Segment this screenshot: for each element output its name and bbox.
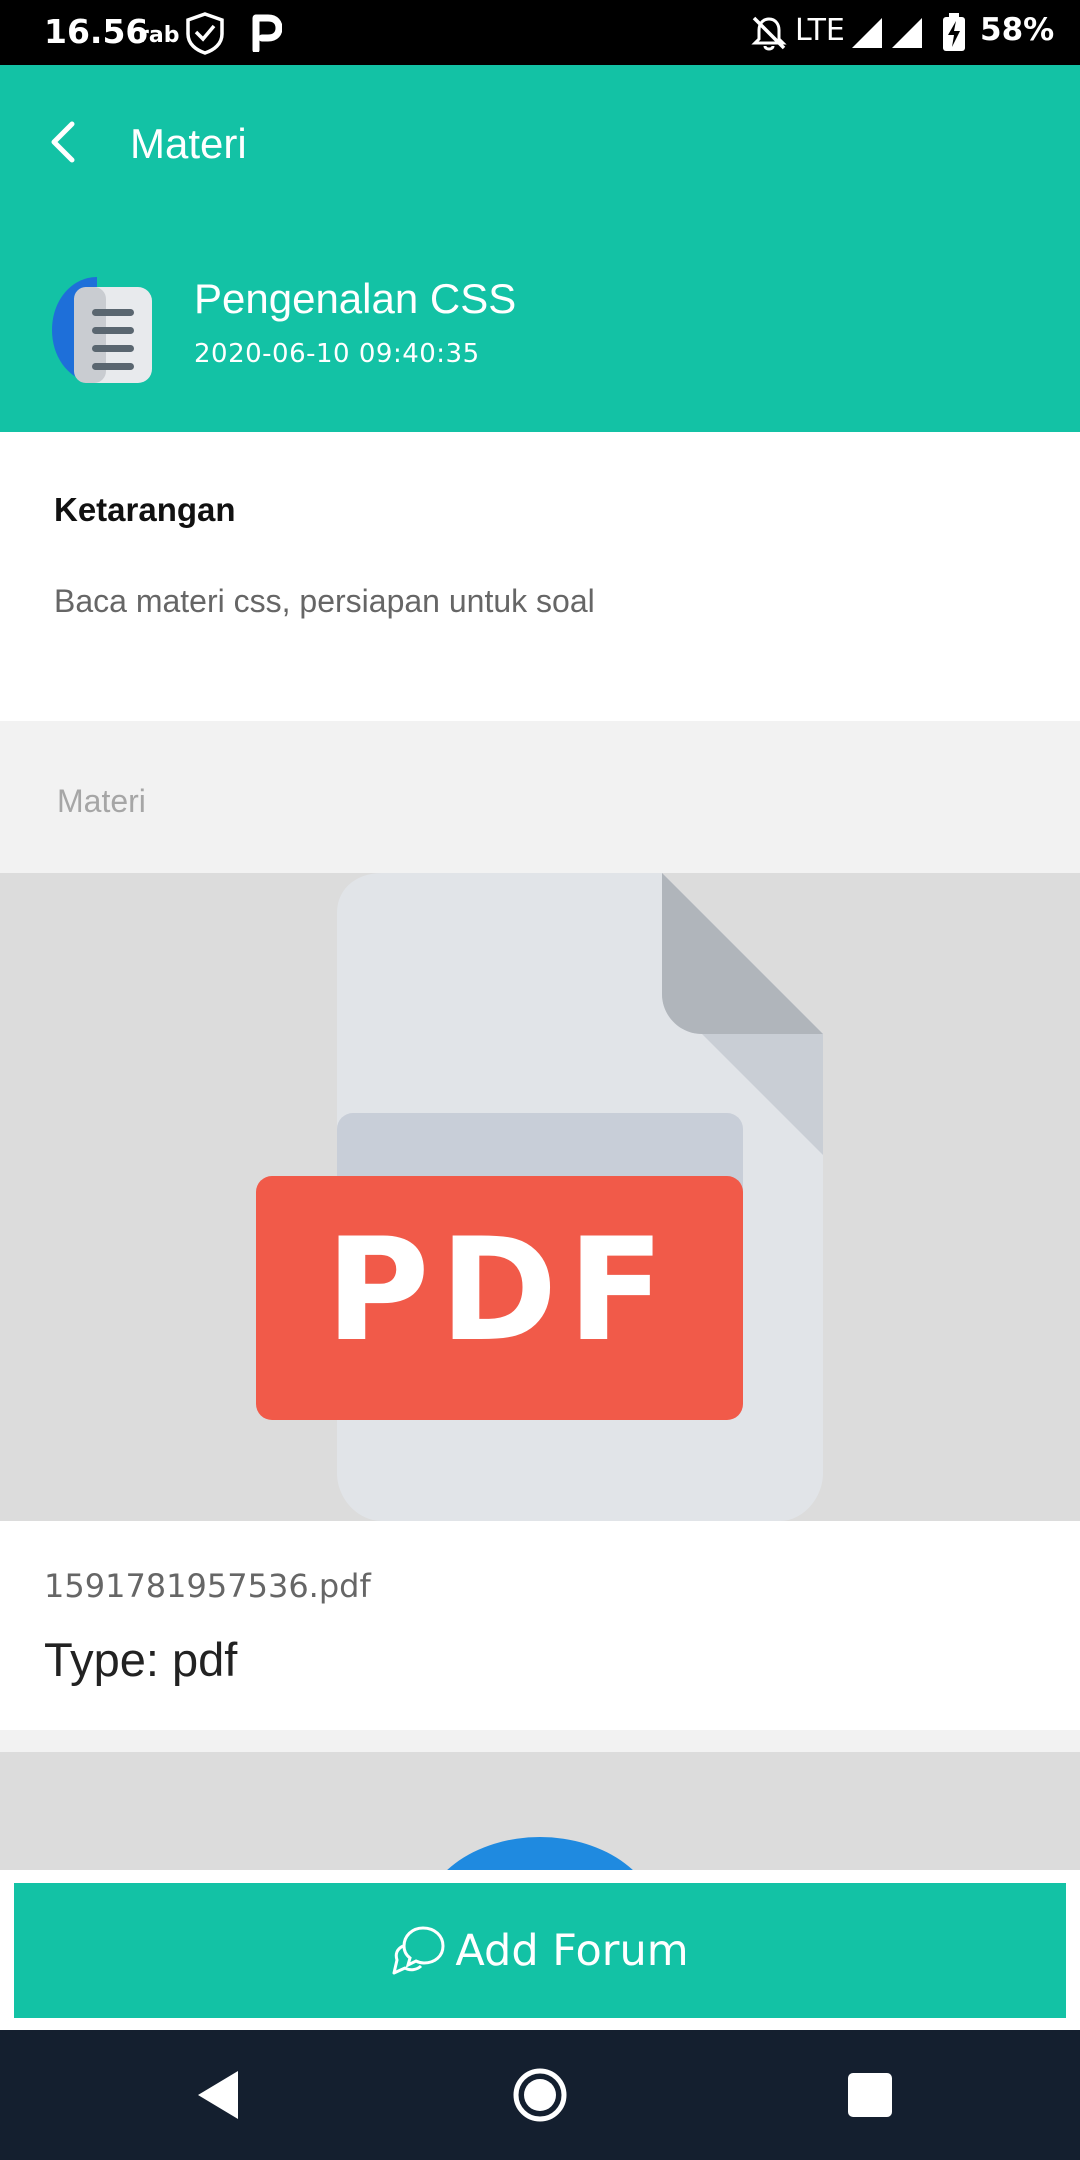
avatar (447, 1837, 633, 1870)
shield-icon (186, 12, 224, 55)
add-forum-button[interactable]: Add Forum (14, 1883, 1066, 2018)
file-name: 1591781957536.pdf (44, 1567, 371, 1605)
material-date: 2020-06-10 09:40:35 (194, 339, 480, 369)
notifications-off-icon (751, 16, 787, 51)
description-heading: Ketarangan (54, 491, 236, 528)
status-day: rab (138, 23, 180, 48)
battery-charging-icon (943, 13, 965, 51)
recents-square-icon (848, 2073, 892, 2117)
status-time: 16.56 (44, 12, 149, 51)
parking-icon (252, 14, 282, 52)
divider (0, 1730, 1080, 1752)
page-title: Materi (130, 120, 247, 167)
navigation-bar (0, 2030, 1080, 2160)
description-text: Baca materi css, persiapan untuk soal (54, 583, 595, 619)
signal-icon (892, 18, 922, 48)
document-icon (52, 275, 154, 385)
pdf-badge-text: PDF (326, 1208, 675, 1373)
pdf-file-icon: PDF (256, 873, 823, 1521)
status-bar: 16.56 rab LTE 58% (0, 0, 1080, 65)
nav-home-button[interactable] (508, 2063, 572, 2127)
file-type: Type: pdf (44, 1633, 238, 1686)
network-type: LTE (795, 13, 845, 48)
pdf-preview[interactable]: PDF (0, 873, 1080, 1521)
section-header (0, 721, 1080, 873)
signal-icon (852, 18, 882, 48)
add-forum-label: Add Forum (455, 1925, 689, 1976)
file-info-card (0, 1521, 1080, 1730)
home-circle-icon (513, 2068, 567, 2122)
chat-bubbles-icon (392, 1925, 445, 1974)
battery-percent: 58% (980, 12, 1055, 48)
nav-recents-button[interactable] (838, 2063, 902, 2127)
back-button[interactable] (38, 110, 94, 174)
nav-back-button[interactable] (186, 2063, 250, 2127)
next-item-preview[interactable] (0, 1752, 1080, 1870)
material-title: Pengenalan CSS (194, 275, 517, 322)
back-triangle-icon (198, 2071, 238, 2119)
description-card (0, 432, 1080, 721)
chevron-left-icon (51, 121, 75, 163)
section-label: Materi (57, 783, 146, 819)
